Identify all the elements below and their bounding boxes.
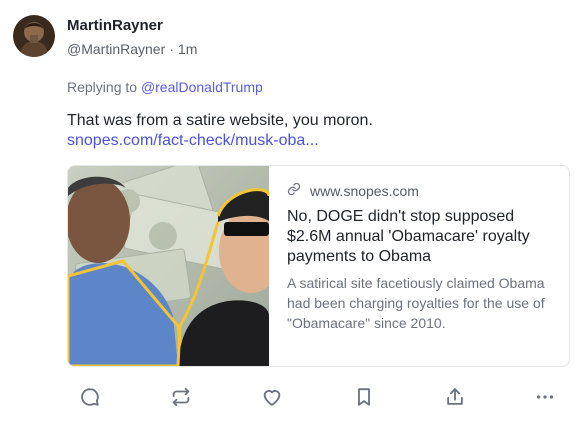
reply-prefix: Replying to	[67, 79, 138, 95]
link-preview-description: A satirical site facetiously claimed Oba…	[287, 275, 545, 331]
link-preview-title: No, DOGE didn't stop supposed $2.6M annu…	[287, 208, 530, 265]
heart-icon	[261, 386, 283, 413]
post-action-bar	[67, 386, 570, 412]
link-preview-body: www.snopes.com No, DOGE didn't stop supp…	[287, 182, 557, 333]
author-display-name[interactable]: MartinRayner	[67, 17, 163, 34]
reply-mention-link[interactable]: @realDonaldTrump	[141, 79, 263, 95]
like-button[interactable]	[258, 386, 286, 412]
share-icon	[444, 386, 466, 413]
author-handle[interactable]: @MartinRayner	[67, 41, 165, 57]
link-preview-card[interactable]: www.snopes.com No, DOGE didn't stop supp…	[67, 165, 570, 367]
bookmark-icon	[353, 386, 375, 413]
reply-context: Replying to @realDonaldTrump	[67, 79, 263, 95]
post-text: That was from a satire website, you moro…	[67, 112, 373, 129]
link-preview-domain: www.snopes.com	[310, 182, 419, 199]
reply-button[interactable]	[76, 386, 104, 412]
post-timestamp[interactable]: 1m	[178, 41, 197, 57]
repost-button[interactable]	[167, 386, 195, 412]
bookmark-button[interactable]	[350, 386, 378, 412]
link-preview-domain-row: www.snopes.com	[287, 182, 557, 199]
post-link[interactable]: snopes.com/fact-check/musk-oba...	[67, 130, 319, 151]
author-handle-line: @MartinRayner · 1m	[67, 41, 197, 57]
reply-icon	[79, 386, 101, 413]
share-button[interactable]	[441, 386, 469, 412]
avatar[interactable]	[13, 15, 55, 57]
link-icon	[287, 182, 310, 199]
separator-dot: ·	[169, 41, 174, 57]
link-preview-thumbnail	[68, 166, 283, 366]
repost-icon	[170, 386, 192, 413]
more-options-button[interactable]	[531, 386, 559, 412]
more-icon	[534, 386, 556, 413]
